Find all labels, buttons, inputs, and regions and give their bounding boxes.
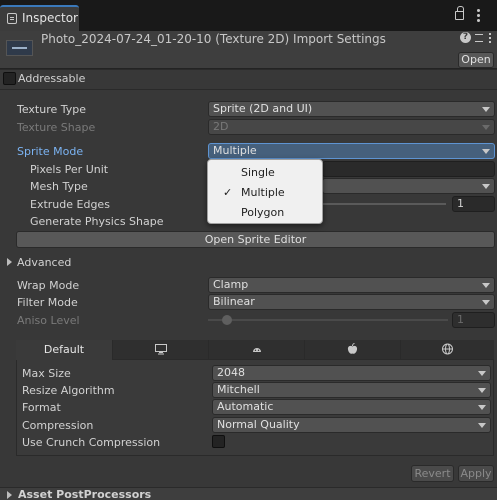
max-size-value: 2048	[217, 366, 245, 379]
more-options-icon[interactable]	[477, 9, 480, 12]
tab-android[interactable]	[209, 340, 305, 360]
wrap-mode-label: Wrap Mode	[17, 279, 80, 292]
aniso-level-slider	[208, 319, 448, 321]
format-value: Automatic	[217, 400, 274, 413]
foldout-arrow-icon[interactable]	[7, 491, 12, 499]
texture-shape-value: 2D	[213, 120, 229, 133]
addressable-label: Addressable	[18, 72, 86, 85]
open-sprite-editor-button[interactable]: Open Sprite Editor	[16, 231, 495, 248]
texture-type-value: Sprite (2D and UI)	[213, 102, 313, 115]
tab-inspector[interactable]: Inspector	[0, 5, 79, 31]
mesh-type-dropdown[interactable]	[322, 178, 495, 194]
max-size-dropdown[interactable]: 2048	[212, 365, 491, 381]
filter-mode-value: Bilinear	[213, 295, 255, 308]
tab-default[interactable]: Default	[16, 340, 113, 360]
tab-default-label: Default	[43, 343, 85, 356]
tab-webgl[interactable]	[401, 340, 494, 360]
divider	[0, 69, 497, 70]
extrude-edges-slider[interactable]	[322, 203, 446, 205]
filter-mode-dropdown[interactable]: Bilinear	[208, 294, 495, 310]
chevron-down-icon	[482, 125, 490, 130]
tab-ios[interactable]	[305, 340, 401, 360]
compression-value: Normal Quality	[217, 418, 300, 431]
texture-type-label: Texture Type	[17, 103, 87, 116]
menu-item-single[interactable]: Single	[241, 166, 275, 179]
tab-inspector-label: Inspector	[22, 11, 78, 25]
generate-physics-shape-label: Generate Physics Shape	[30, 215, 164, 228]
asset-postprocessors-label: Asset PostProcessors	[18, 488, 152, 500]
presets-icon[interactable]	[475, 34, 483, 42]
apply-button[interactable]: Apply	[458, 465, 494, 482]
chevron-down-icon	[478, 423, 486, 428]
chevron-down-icon	[482, 149, 490, 154]
import-settings-title: Photo_2024-07-24_01-20-10 (Texture 2D) I…	[41, 32, 386, 46]
lock-icon[interactable]	[455, 6, 464, 20]
chevron-down-icon	[482, 300, 490, 305]
format-dropdown[interactable]: Automatic	[212, 399, 491, 415]
texture-type-dropdown[interactable]: Sprite (2D and UI)	[208, 101, 495, 117]
mesh-type-label: Mesh Type	[30, 180, 88, 193]
sprite-mode-value: Multiple	[213, 144, 257, 157]
use-crunch-label: Use Crunch Compression	[22, 436, 161, 449]
filter-mode-label: Filter Mode	[17, 296, 78, 309]
compression-label: Compression	[22, 419, 94, 432]
menu-item-multiple[interactable]: Multiple	[241, 186, 285, 199]
apple-icon	[347, 343, 358, 354]
chevron-down-icon	[478, 388, 486, 393]
aniso-level-knob	[222, 315, 232, 325]
texture-shape-label: Texture Shape	[17, 121, 96, 134]
sprite-mode-label: Sprite Mode	[17, 145, 84, 158]
compression-dropdown[interactable]: Normal Quality	[212, 417, 491, 433]
extrude-edges-field[interactable]: 1	[452, 196, 495, 212]
resize-algorithm-dropdown[interactable]: Mitchell	[212, 382, 491, 398]
wrap-mode-value: Clamp	[213, 278, 249, 291]
pixels-per-unit-field[interactable]	[322, 161, 495, 177]
chevron-down-icon	[482, 107, 490, 112]
help-icon[interactable]: ?	[460, 32, 471, 43]
addressable-checkbox[interactable]	[3, 72, 16, 85]
open-button[interactable]: Open	[458, 52, 494, 68]
monitor-icon	[154, 344, 167, 355]
header-menu-icon[interactable]	[489, 33, 491, 35]
chevron-down-icon	[478, 371, 486, 376]
texture-thumbnail	[6, 40, 33, 56]
max-size-label: Max Size	[22, 367, 71, 380]
aniso-level-label: Aniso Level	[17, 314, 80, 327]
advanced-label[interactable]: Advanced	[17, 256, 71, 269]
sprite-mode-dropdown[interactable]: Multiple	[208, 143, 495, 159]
texture-shape-dropdown: 2D	[208, 119, 495, 135]
aniso-level-field: 1	[452, 312, 495, 328]
chevron-down-icon	[482, 184, 490, 189]
use-crunch-checkbox[interactable]	[212, 435, 225, 448]
android-icon	[252, 348, 261, 352]
format-label: Format	[22, 401, 61, 414]
check-icon: ✓	[223, 186, 233, 199]
resize-algorithm-value: Mitchell	[217, 383, 260, 396]
resize-algorithm-label: Resize Algorithm	[22, 384, 115, 397]
divider	[0, 89, 497, 90]
chevron-down-icon	[478, 405, 486, 410]
foldout-arrow-icon[interactable]	[7, 258, 12, 266]
menu-item-polygon[interactable]: Polygon	[241, 206, 284, 219]
inspector-icon	[7, 13, 17, 24]
extrude-edges-label: Extrude Edges	[30, 198, 110, 211]
wrap-mode-dropdown[interactable]: Clamp	[208, 277, 495, 293]
chevron-down-icon	[482, 283, 490, 288]
pixels-per-unit-label: Pixels Per Unit	[30, 163, 109, 176]
sprite-mode-menu: Single ✓ Multiple Polygon	[207, 159, 323, 224]
tab-standalone[interactable]	[113, 340, 209, 360]
revert-button[interactable]: Revert	[411, 465, 454, 482]
webgl-icon	[442, 343, 453, 355]
